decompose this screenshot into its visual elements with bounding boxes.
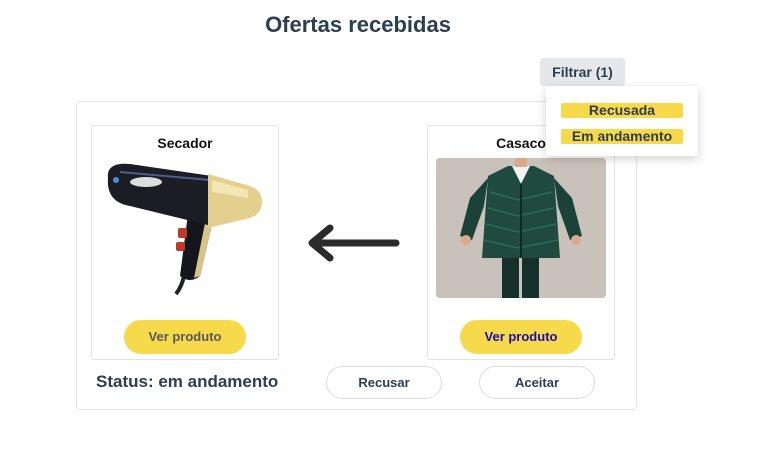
view-offered-product-button[interactable]: Ver produto [124,320,246,354]
filter-dropdown: Recusada Em andamento [546,86,698,156]
offered-product-name: Secador [157,135,213,151]
accept-button[interactable]: Aceitar [479,366,595,399]
filter-option-em-andamento[interactable]: Em andamento [561,129,683,144]
offered-product-card: Secador Ver produto [91,125,279,360]
filter-option-recusada[interactable]: Recusada [561,103,683,118]
filter-button[interactable]: Filtrar (1) [540,58,625,86]
offer-status: Status: em andamento [96,372,279,391]
page-title: Ofertas recebidas [265,12,451,37]
requested-product-card: Casaco Ver produto [427,125,615,360]
jacket-image [436,158,606,298]
reject-button[interactable]: Recusar [326,366,442,399]
arrow-left-icon [306,222,402,269]
view-requested-product-button[interactable]: Ver produto [460,320,582,354]
hair-dryer-image [100,158,270,298]
